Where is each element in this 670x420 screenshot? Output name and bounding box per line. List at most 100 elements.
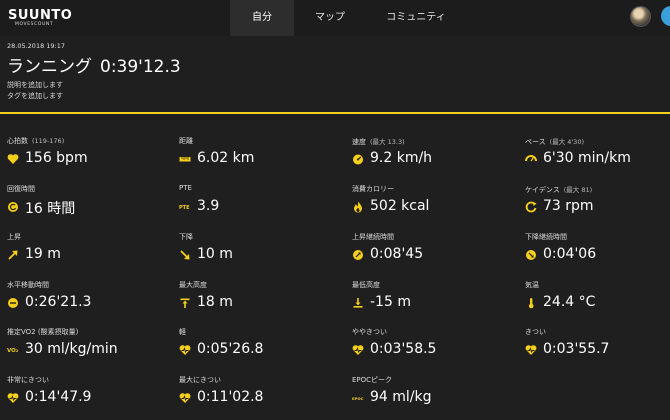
stat-item: ややきつい 0:03'58.5 bbox=[352, 327, 512, 371]
stat-label-detail: (最大 13.3) bbox=[370, 138, 405, 146]
stat-value: 0:14'47.9 bbox=[25, 389, 92, 405]
heart-icon bbox=[7, 153, 19, 165]
stat-value: 0:08'45 bbox=[370, 246, 424, 262]
stat-item: 気温 24.4 °C bbox=[525, 280, 670, 324]
descent-time-icon bbox=[525, 249, 537, 261]
activity-date: 28.05.2018 19:17 bbox=[7, 42, 66, 50]
stat-label: きつい bbox=[525, 327, 546, 337]
heart-zone-icon bbox=[179, 344, 191, 356]
add-description-link[interactable]: 説明を追加します bbox=[7, 80, 63, 90]
accent-divider bbox=[0, 112, 670, 114]
temperature-icon bbox=[525, 297, 537, 309]
suunto-logo[interactable]: SUUNTO MOVESCOUNT bbox=[8, 8, 73, 28]
min-altitude-icon bbox=[352, 297, 364, 309]
ruler-icon bbox=[179, 153, 191, 165]
stat-label-text: ややきつい bbox=[352, 328, 387, 336]
stat-value: 19 m bbox=[25, 246, 61, 262]
ascent-time-icon bbox=[352, 249, 364, 261]
stat-label: ケイデンス (最大 81) bbox=[525, 184, 592, 195]
stat-label-text: 速度 bbox=[352, 138, 366, 146]
stat-label-text: 消費カロリー bbox=[352, 185, 394, 193]
stat-value: 0:11'02.8 bbox=[197, 389, 264, 405]
stat-value: 0:05'26.8 bbox=[197, 341, 264, 357]
pace-gauge-icon bbox=[525, 153, 537, 165]
stat-label-text: ケイデンス bbox=[525, 186, 560, 194]
tab-community[interactable]: コミュニティ bbox=[372, 0, 460, 36]
stat-label: 下降 bbox=[179, 232, 193, 242]
stat-label-text: EPOCピーク bbox=[352, 376, 393, 384]
stat-value: 0:03'58.5 bbox=[370, 341, 437, 357]
stat-label: 軽 bbox=[179, 327, 186, 337]
stat-item: 下降継続時間 0:04'06 bbox=[525, 232, 670, 276]
stat-item: ペース (最大 4'30) 6'30 min/km bbox=[525, 136, 670, 180]
stat-value: 10 m bbox=[197, 246, 233, 262]
stat-item: 推定VO2 (酸素摂取量) VO₂ 30 ml/kg/min bbox=[7, 327, 167, 371]
stat-value: 73 rpm bbox=[543, 198, 594, 214]
stat-label-text: きつい bbox=[525, 328, 546, 336]
stat-label: ペース (最大 4'30) bbox=[525, 136, 584, 147]
stat-label: ややきつい bbox=[352, 327, 387, 337]
stat-label-text: PTE bbox=[179, 184, 192, 192]
stat-label-text: 水平移動時間 bbox=[7, 281, 49, 289]
stat-label: 最大にきつい bbox=[179, 375, 221, 385]
stat-item: 非常にきつい 0:14'47.9 bbox=[7, 375, 167, 419]
stat-item: EPOCピーク EPOC 94 ml/kg bbox=[352, 375, 512, 419]
stat-label-text: 心拍数 bbox=[7, 137, 28, 145]
stat-label-text: 気温 bbox=[525, 281, 539, 289]
heart-zone-icon bbox=[179, 392, 191, 404]
stat-label: 下降継続時間 bbox=[525, 232, 567, 242]
stat-label-detail: (最大 81) bbox=[563, 186, 593, 194]
tab-map[interactable]: マップ bbox=[298, 0, 362, 36]
stat-item: きつい 0:03'55.7 bbox=[525, 327, 670, 371]
stat-item: 水平移動時間 0:26'21.3 bbox=[7, 280, 167, 324]
stat-item: 心拍数 (119-176) 156 bpm bbox=[7, 136, 167, 180]
side-action-button[interactable] bbox=[661, 6, 670, 26]
stat-label: 上昇継続時間 bbox=[352, 232, 394, 242]
brand-name: SUUNTO bbox=[8, 8, 73, 23]
stat-label: 心拍数 (119-176) bbox=[7, 136, 64, 146]
stat-value: 30 ml/kg/min bbox=[25, 341, 118, 357]
stat-label: 水平移動時間 bbox=[7, 280, 49, 290]
stat-value: 94 ml/kg bbox=[370, 389, 432, 405]
stat-label-text: 上昇 bbox=[7, 233, 21, 241]
arrow-up-right-icon bbox=[7, 249, 19, 261]
stat-label: 消費カロリー bbox=[352, 184, 394, 194]
stat-value: -15 m bbox=[370, 294, 411, 310]
stat-label-detail: (119-176) bbox=[32, 137, 65, 145]
stat-label-text: 下降継続時間 bbox=[525, 233, 567, 241]
stat-item: 軽 0:05'26.8 bbox=[179, 327, 339, 371]
stat-label-text: 上昇継続時間 bbox=[352, 233, 394, 241]
add-tags-link[interactable]: タグを追加します bbox=[7, 91, 63, 101]
stat-label-text: 非常にきつい bbox=[7, 376, 49, 384]
stat-item: 上昇 19 m bbox=[7, 232, 167, 276]
vo2-icon: VO₂ bbox=[7, 344, 19, 356]
heart-zone-icon bbox=[7, 392, 19, 404]
stat-item: 最大高度 18 m bbox=[179, 280, 339, 324]
arrow-down-right-icon bbox=[179, 249, 191, 261]
stat-label-text: ペース bbox=[525, 138, 546, 146]
stat-label: PTE bbox=[179, 184, 192, 192]
stat-item: 速度 (最大 13.3) 9.2 km/h bbox=[352, 136, 512, 180]
stat-item: 距離 6.02 km bbox=[179, 136, 339, 180]
stat-item: 上昇継続時間 0:08'45 bbox=[352, 232, 512, 276]
stat-value: 18 m bbox=[197, 294, 233, 310]
max-altitude-icon bbox=[179, 297, 191, 309]
tab-me[interactable]: 自分 bbox=[230, 0, 294, 36]
top-navigation-bar: SUUNTO MOVESCOUNT 自分 マップ コミュニティ bbox=[0, 0, 670, 36]
heart-zone-icon bbox=[525, 344, 537, 356]
stat-item: PTE PTE 3.9 bbox=[179, 184, 339, 228]
stat-label-text: 最大高度 bbox=[179, 281, 207, 289]
heart-zone-icon bbox=[352, 344, 364, 356]
stat-item: 最低高度 -15 m bbox=[352, 280, 512, 324]
stat-value: 16 時間 bbox=[25, 201, 76, 217]
stat-value: 0:26'21.3 bbox=[25, 294, 92, 310]
stat-label: 回復時間 bbox=[7, 184, 35, 194]
flame-icon bbox=[352, 201, 364, 213]
avatar[interactable] bbox=[630, 6, 651, 27]
stat-item: ケイデンス (最大 81) 73 rpm bbox=[525, 184, 670, 228]
stat-value: 156 bpm bbox=[25, 150, 88, 166]
svg-text:EPOC: EPOC bbox=[352, 396, 364, 401]
stat-item: 消費カロリー 502 kcal bbox=[352, 184, 512, 228]
stat-label: 最大高度 bbox=[179, 280, 207, 290]
stat-label: 速度 (最大 13.3) bbox=[352, 136, 405, 147]
